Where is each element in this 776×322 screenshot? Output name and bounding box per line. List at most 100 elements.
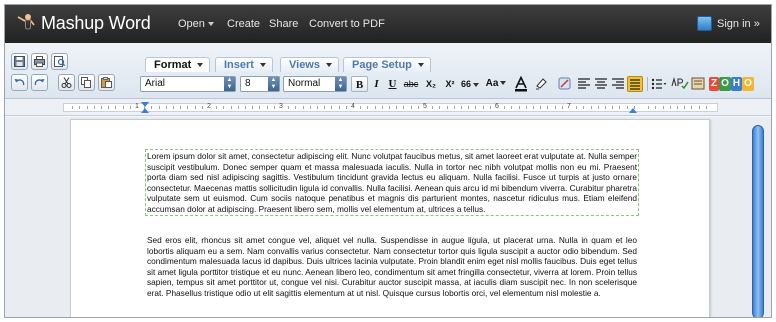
ruler-tick <box>173 106 174 109</box>
ruler-number: 2 <box>207 103 211 110</box>
ruler-tick <box>93 106 95 109</box>
ruler-tick <box>108 106 110 109</box>
font-size-value: 8 <box>245 78 251 89</box>
strikethrough-button[interactable]: abc <box>401 76 421 92</box>
ruler-tick <box>216 106 218 109</box>
undo-icon <box>14 79 25 86</box>
vertical-scrollbar[interactable] <box>751 117 765 317</box>
align-right-icon[interactable] <box>611 77 625 91</box>
ruler-tick <box>317 106 318 109</box>
tab-format-label: Format <box>154 59 192 71</box>
list-icon[interactable] <box>651 77 667 91</box>
ruler: 1 2 3 4 5 6 7 <box>5 99 771 116</box>
ruler-tick <box>129 106 131 109</box>
preview-icon <box>54 56 65 67</box>
text-case-button[interactable]: Aa <box>483 76 509 92</box>
clear-format-icon[interactable] <box>557 76 573 92</box>
document-page[interactable]: Lorem ipsum dolor sit amet, consectetur … <box>70 119 710 317</box>
align-left-icon[interactable] <box>577 77 591 91</box>
ruler-tick <box>525 106 527 109</box>
ruler-tick <box>489 106 491 109</box>
align-justify-icon <box>630 79 640 90</box>
ruler-tick <box>576 106 578 109</box>
font-size-select[interactable]: 8 ▲ ▼ <box>240 76 280 92</box>
align-center-icon[interactable] <box>594 77 608 91</box>
copy-button[interactable] <box>78 74 95 91</box>
ruler-tick <box>122 106 124 109</box>
save-button[interactable] <box>11 53 28 70</box>
dictionary-icon[interactable] <box>691 77 707 91</box>
spellcheck-icon[interactable] <box>671 77 689 91</box>
ruler-tick <box>151 106 153 109</box>
quote-button[interactable]: 66 <box>461 76 480 92</box>
zoho-icon[interactable]: ZOHO <box>709 77 759 91</box>
paste-button[interactable] <box>98 74 115 91</box>
ruler-number: 5 <box>423 103 427 110</box>
menu-open[interactable]: Open <box>178 18 214 30</box>
paragraph[interactable]: Lorem ipsum dolor sit amet, consectetur … <box>145 149 639 216</box>
ruler-tick <box>446 106 448 109</box>
ruler-tick <box>540 106 542 109</box>
paragraph-style-select[interactable]: Normal ▲ ▼ <box>283 76 347 92</box>
scrollbar-thumb[interactable] <box>752 125 764 317</box>
ruler-tick <box>669 106 671 109</box>
undo-button[interactable] <box>11 74 28 91</box>
subscript-button[interactable]: X₂ <box>423 76 439 92</box>
ruler-tick <box>417 106 419 109</box>
paragraph[interactable]: Sed eros elit, rhoncus sit amet congue v… <box>147 235 637 298</box>
ruler-tick <box>511 106 513 109</box>
ruler-tick <box>180 106 182 109</box>
tab-page-setup[interactable]: Page Setup <box>343 57 431 72</box>
menu-create[interactable]: Create <box>227 18 260 30</box>
tab-insert[interactable]: Insert <box>215 57 273 72</box>
ruler-number: 7 <box>567 103 571 110</box>
ruler-tick <box>626 106 628 109</box>
ruler-tick <box>295 106 297 109</box>
document-area: Lorem ipsum dolor sit amet, consectetur … <box>5 117 771 317</box>
tab-views-label: Views <box>289 59 320 71</box>
ruler-tick <box>324 106 326 109</box>
ruler-tick <box>360 106 362 109</box>
redo-button[interactable] <box>31 74 48 91</box>
font-color-icon[interactable] <box>513 76 529 92</box>
tab-format[interactable]: Format <box>145 57 211 72</box>
ruler-tick <box>691 106 693 109</box>
chevron-down-icon <box>326 63 332 68</box>
italic-button[interactable]: I <box>369 76 384 92</box>
align-justify-button[interactable] <box>627 76 643 92</box>
redo-icon <box>34 79 45 86</box>
ruler-tick <box>230 106 232 109</box>
logo-icon <box>17 14 35 34</box>
menu-convert-pdf[interactable]: Convert to PDF <box>309 18 385 30</box>
ruler-tick <box>705 106 707 109</box>
font-family-value: Arial <box>145 78 166 89</box>
tab-views[interactable]: Views <box>280 57 339 72</box>
bold-button[interactable]: B <box>351 76 368 92</box>
chevron-down-icon <box>207 22 214 27</box>
superscript-button[interactable]: X² <box>442 76 458 92</box>
font-family-select[interactable]: Arial ▲ ▼ <box>140 76 236 92</box>
ruler-tick <box>684 106 686 109</box>
ruler-tick <box>302 106 304 109</box>
highlight-icon[interactable] <box>533 76 549 92</box>
print-button[interactable] <box>31 53 48 70</box>
ruler-tick <box>432 106 434 109</box>
preview-button[interactable] <box>51 53 68 70</box>
ruler-tick <box>619 106 621 109</box>
ruler-tick <box>410 106 412 109</box>
sign-in-link[interactable]: Sign in » <box>717 18 760 30</box>
ruler-tick <box>389 106 390 109</box>
underline-button[interactable]: U <box>385 76 400 92</box>
menu-share[interactable]: Share <box>269 18 298 30</box>
ruler-tick <box>259 106 261 109</box>
save-icon <box>14 56 25 67</box>
ruler-tick <box>554 106 556 109</box>
ruler-tick <box>605 106 606 109</box>
ruler-tick <box>194 106 196 109</box>
menu-open-label: Open <box>178 18 205 30</box>
ruler-tick <box>144 106 146 109</box>
ruler-tick <box>288 106 290 109</box>
cut-button[interactable] <box>58 74 75 91</box>
ruler-tick <box>374 106 376 109</box>
app-title: Mashup Word <box>41 13 151 33</box>
